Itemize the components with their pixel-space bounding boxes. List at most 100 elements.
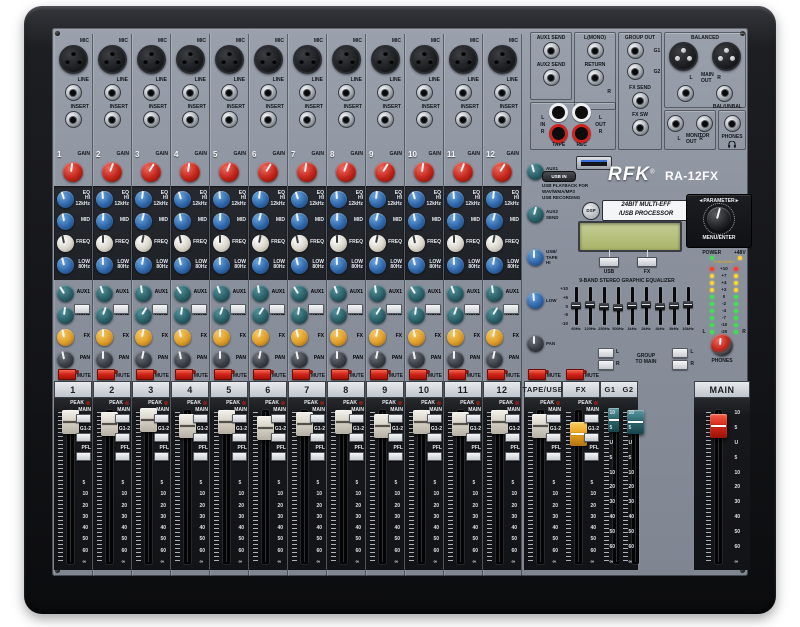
group-assign-button[interactable]: [193, 433, 208, 442]
aux2-knob[interactable]: [408, 307, 425, 324]
eq-low-knob[interactable]: [174, 257, 191, 274]
aux1-knob[interactable]: [369, 285, 386, 302]
group-assign-button[interactable]: [271, 433, 286, 442]
main-assign-button[interactable]: [271, 414, 286, 423]
master-usb-tape-hi-knob[interactable]: [527, 249, 544, 266]
geq-slider-handle[interactable]: [585, 301, 595, 308]
pfl-button[interactable]: [232, 452, 247, 461]
fx-send-knob[interactable]: [174, 329, 191, 346]
eq-mid-knob[interactable]: [57, 213, 74, 230]
pfl-button[interactable]: [310, 452, 325, 461]
master-aux2-send-knob[interactable]: [527, 206, 544, 223]
pfl-button[interactable]: [388, 452, 403, 461]
eq-mid-knob[interactable]: [96, 213, 113, 230]
group-assign-button[interactable]: [427, 433, 442, 442]
channel-mute-button[interactable]: [58, 369, 76, 380]
main-assign-button[interactable]: [310, 414, 325, 423]
aux2-knob[interactable]: [252, 307, 269, 324]
main-assign-button[interactable]: [232, 414, 247, 423]
group-assign-button[interactable]: [505, 433, 520, 442]
gain-knob[interactable]: [102, 162, 122, 182]
aux2-knob[interactable]: [291, 307, 308, 324]
eq-low-knob[interactable]: [486, 257, 503, 274]
gain-knob[interactable]: [297, 162, 317, 182]
eq-mid-knob[interactable]: [213, 213, 230, 230]
pfl-button[interactable]: [271, 452, 286, 461]
eq-low-knob[interactable]: [135, 257, 152, 274]
eq-freq-knob[interactable]: [213, 235, 230, 252]
phones-level-knob[interactable]: [711, 334, 733, 356]
group-assign-button[interactable]: [584, 433, 599, 442]
aux-pre-switch[interactable]: [386, 304, 402, 314]
master-pan-knob[interactable]: [527, 335, 544, 352]
gain-knob[interactable]: [180, 162, 200, 182]
g1-to-main-l-switch[interactable]: [598, 348, 614, 358]
aux2-knob[interactable]: [96, 307, 113, 324]
main-assign-button[interactable]: [584, 414, 599, 423]
channel-mute-button[interactable]: [409, 369, 427, 380]
eq-mid-knob[interactable]: [252, 213, 269, 230]
group-assign-button[interactable]: [466, 433, 481, 442]
fx-send-knob[interactable]: [447, 329, 464, 346]
master-low-knob[interactable]: [527, 292, 544, 309]
pfl-button[interactable]: [584, 452, 599, 461]
pfl-button[interactable]: [505, 452, 520, 461]
geq-slider-handle[interactable]: [641, 301, 651, 308]
channel-mute-button[interactable]: [136, 369, 154, 380]
aux2-knob[interactable]: [486, 307, 503, 324]
geq-slider-handle[interactable]: [571, 302, 581, 309]
geq-slider-handle[interactable]: [627, 302, 637, 309]
eq-hi-knob[interactable]: [135, 191, 152, 208]
fx-send-knob[interactable]: [408, 329, 425, 346]
fx-send-knob[interactable]: [213, 329, 230, 346]
eq-freq-knob[interactable]: [447, 235, 464, 252]
channel-mute-button[interactable]: [292, 369, 310, 380]
geq-slider-handle[interactable]: [655, 303, 665, 310]
pan-knob[interactable]: [486, 351, 503, 368]
main-assign-button[interactable]: [466, 414, 481, 423]
fx-send-knob[interactable]: [330, 329, 347, 346]
geq-slider-handle[interactable]: [599, 303, 609, 310]
master-mute-button[interactable]: [566, 369, 584, 380]
master-mute-button[interactable]: [528, 369, 546, 380]
main-assign-button[interactable]: [193, 414, 208, 423]
aux-pre-switch[interactable]: [464, 304, 480, 314]
group-assign-button[interactable]: [349, 433, 364, 442]
g2-to-main-r-switch[interactable]: [672, 360, 688, 370]
main-assign-button[interactable]: [505, 414, 520, 423]
eq-mid-knob[interactable]: [369, 213, 386, 230]
main-assign-button[interactable]: [115, 414, 130, 423]
pfl-button[interactable]: [193, 452, 208, 461]
main-assign-button[interactable]: [76, 414, 91, 423]
fx-send-knob[interactable]: [252, 329, 269, 346]
eq-mid-knob[interactable]: [330, 213, 347, 230]
geq-slider-handle[interactable]: [669, 302, 679, 309]
aux1-knob[interactable]: [486, 285, 503, 302]
pfl-button[interactable]: [427, 452, 442, 461]
pfl-button[interactable]: [546, 452, 561, 461]
pan-knob[interactable]: [135, 351, 152, 368]
channel-mute-button[interactable]: [448, 369, 466, 380]
pfl-button[interactable]: [76, 452, 91, 461]
aux-pre-switch[interactable]: [74, 304, 90, 314]
gain-knob[interactable]: [141, 162, 161, 182]
eq-hi-knob[interactable]: [57, 191, 74, 208]
gain-knob[interactable]: [219, 162, 239, 182]
eq-hi-knob[interactable]: [174, 191, 191, 208]
eq-hi-knob[interactable]: [96, 191, 113, 208]
fx-send-knob[interactable]: [135, 329, 152, 346]
gain-knob[interactable]: [453, 162, 473, 182]
aux1-knob[interactable]: [291, 285, 308, 302]
eq-low-knob[interactable]: [291, 257, 308, 274]
pan-knob[interactable]: [174, 351, 191, 368]
fx-send-knob[interactable]: [57, 329, 74, 346]
channel-mute-button[interactable]: [370, 369, 388, 380]
aux2-knob[interactable]: [174, 307, 191, 324]
eq-freq-knob[interactable]: [330, 235, 347, 252]
eq-mid-knob[interactable]: [135, 213, 152, 230]
eq-hi-knob[interactable]: [291, 191, 308, 208]
eq-freq-knob[interactable]: [291, 235, 308, 252]
pfl-button[interactable]: [349, 452, 364, 461]
fx-send-knob[interactable]: [486, 329, 503, 346]
aux-pre-switch[interactable]: [269, 304, 285, 314]
